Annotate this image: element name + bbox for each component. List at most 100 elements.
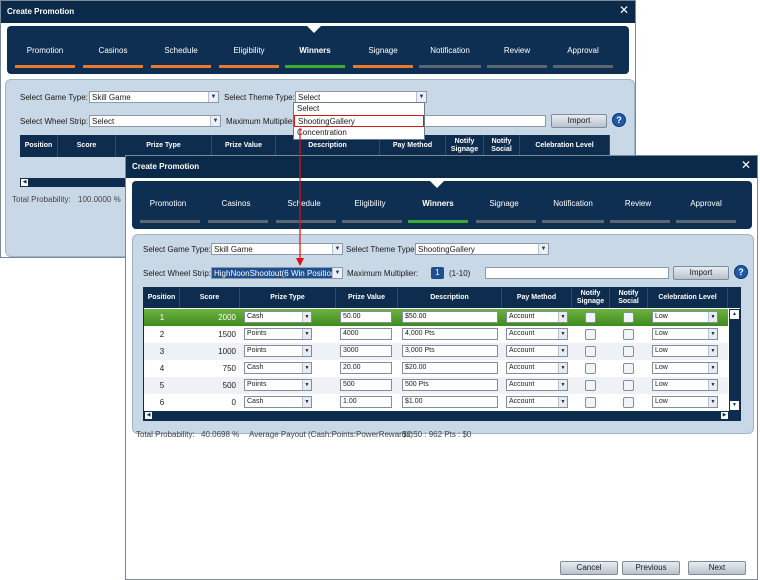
fg-step-notification[interactable]: Notification (538, 199, 608, 208)
fg-wheel-strip-select[interactable]: HighNoonShootout(6 Win Position ▼ (211, 267, 343, 279)
notify-signage-checkbox[interactable] (585, 380, 596, 391)
bg-col-notify-social[interactable]: Notify Social (484, 135, 520, 157)
bg-step-winners[interactable]: Winners (283, 46, 347, 55)
notify-social-checkbox[interactable] (623, 329, 634, 340)
fg-step-promotion[interactable]: Promotion (136, 199, 200, 208)
fg-step-schedule[interactable]: Schedule (272, 199, 336, 208)
description-input[interactable]: $50.00 (402, 311, 498, 323)
prize-value-input[interactable]: 1.00 (340, 396, 392, 408)
cancel-button[interactable]: Cancel (560, 561, 618, 575)
prize-type-select[interactable]: Points ▼ (244, 345, 312, 357)
fg-step-eligibility[interactable]: Eligibility (338, 199, 402, 208)
notify-social-checkbox[interactable] (623, 397, 634, 408)
bg-help-icon[interactable]: ? (612, 113, 626, 127)
table-row[interactable]: 5 500 Points ▼ 500 500 Pts Account ▼ Low ▼ (144, 377, 728, 394)
notify-signage-checkbox[interactable] (585, 397, 596, 408)
celebration-level-select[interactable]: Low ▼ (652, 311, 718, 323)
scroll-up-icon[interactable]: ▲ (730, 310, 739, 319)
notify-signage-checkbox[interactable] (585, 329, 596, 340)
bg-col-prize-type[interactable]: Prize Type (116, 135, 212, 157)
fg-import-button[interactable]: Import (673, 266, 729, 280)
pay-method-select[interactable]: Account ▼ (506, 345, 568, 357)
fg-game-type-select[interactable]: Skill Game ▼ (211, 243, 343, 255)
table-row[interactable]: 6 0 Cash ▼ 1.00 $1.00 Account ▼ Low ▼ (144, 394, 728, 411)
bg-col-notify-signage[interactable]: Notify Signage (446, 135, 484, 157)
scroll-left-icon[interactable]: ◀ (21, 179, 28, 186)
next-button[interactable]: Next (688, 561, 746, 575)
fg-col-score[interactable]: Score (180, 288, 240, 308)
prize-value-input[interactable]: 20.00 (340, 362, 392, 374)
prize-value-input[interactable]: 50.00 (340, 311, 392, 323)
bg-step-signage[interactable]: Signage (351, 46, 415, 55)
table-row[interactable]: 1 2000 Cash ▼ 50.00 $50.00 Account ▼ Low ▼ (144, 309, 728, 326)
prize-value-input[interactable]: 3000 (340, 345, 392, 357)
bg-step-casinos[interactable]: Casinos (81, 46, 145, 55)
celebration-level-select[interactable]: Low ▼ (652, 379, 718, 391)
fg-help-icon[interactable]: ? (734, 265, 748, 279)
notify-signage-checkbox[interactable] (585, 312, 596, 323)
bg-col-prize-value[interactable]: Prize Value (212, 135, 276, 157)
fg-col-description[interactable]: Description (398, 288, 502, 308)
description-input[interactable]: $20.00 (402, 362, 498, 374)
description-input[interactable]: 4,000 Pts (402, 328, 498, 340)
fg-step-approval[interactable]: Approval (674, 199, 738, 208)
bg-grid-scrollbar[interactable]: ◀ (20, 178, 140, 187)
fg-import-path-field[interactable] (485, 267, 669, 279)
prize-type-select[interactable]: Cash ▼ (244, 311, 312, 323)
prize-type-select[interactable]: Points ▼ (244, 328, 312, 340)
bg-col-score[interactable]: Score (58, 135, 116, 157)
celebration-level-select[interactable]: Low ▼ (652, 362, 718, 374)
description-input[interactable]: 500 Pts (402, 379, 498, 391)
bg-game-type-select[interactable]: Skill Game ▼ (89, 91, 219, 103)
bg-step-schedule[interactable]: Schedule (149, 46, 213, 55)
notify-social-checkbox[interactable] (623, 346, 634, 357)
fg-col-prize-type[interactable]: Prize Type (240, 288, 336, 308)
prize-value-input[interactable]: 4000 (340, 328, 392, 340)
scroll-left-icon[interactable]: ◀ (145, 412, 152, 419)
bg-col-celebration-level[interactable]: Celebration Level (520, 135, 610, 157)
celebration-level-select[interactable]: Low ▼ (652, 396, 718, 408)
scroll-right-icon[interactable]: ▶ (721, 412, 728, 419)
notify-social-checkbox[interactable] (623, 380, 634, 391)
bg-col-position[interactable]: Position (20, 135, 58, 157)
fg-col-celebration-level[interactable]: Celebration Level (648, 288, 728, 308)
prize-type-select[interactable]: Points ▼ (244, 379, 312, 391)
fg-grid-vertical-scrollbar[interactable]: ▲ ▼ (729, 309, 740, 411)
fg-col-notify-social[interactable]: Notify Social (610, 288, 648, 308)
celebration-level-select[interactable]: Low ▼ (652, 328, 718, 340)
description-input[interactable]: 3,000 Pts (402, 345, 498, 357)
notify-social-checkbox[interactable] (623, 363, 634, 374)
bg-import-button[interactable]: Import (551, 114, 607, 128)
pay-method-select[interactable]: Account ▼ (506, 362, 568, 374)
fg-col-notify-signage[interactable]: Notify Signage (572, 288, 610, 308)
notify-signage-checkbox[interactable] (585, 346, 596, 357)
theme-option-shootinggallery[interactable]: ShootingGallery (294, 115, 424, 127)
fg-step-casinos[interactable]: Casinos (204, 199, 268, 208)
fg-col-position[interactable]: Position (144, 288, 180, 308)
theme-option-select[interactable]: Select (294, 103, 424, 115)
bg-step-promotion[interactable]: Promotion (13, 46, 77, 55)
scroll-down-icon[interactable]: ▼ (730, 401, 739, 410)
bg-step-notification[interactable]: Notification (415, 46, 485, 55)
table-row[interactable]: 4 750 Cash ▼ 20.00 $20.00 Account ▼ Low ▼ (144, 360, 728, 377)
bg-step-review[interactable]: Review (485, 46, 549, 55)
table-row[interactable]: 3 1000 Points ▼ 3000 3,000 Pts Account ▼ L… (144, 343, 728, 360)
previous-button[interactable]: Previous (622, 561, 680, 575)
fg-step-winners[interactable]: Winners (406, 199, 470, 208)
prize-type-select[interactable]: Cash ▼ (244, 362, 312, 374)
pay-method-select[interactable]: Account ▼ (506, 328, 568, 340)
fg-step-signage[interactable]: Signage (472, 199, 536, 208)
theme-option-concentration[interactable]: Concentration (294, 127, 424, 139)
fg-col-prize-value[interactable]: Prize Value (336, 288, 398, 308)
fg-theme-type-select[interactable]: ShootingGallery ▼ (415, 243, 549, 255)
celebration-level-select[interactable]: Low ▼ (652, 345, 718, 357)
fg-col-pay-method[interactable]: Pay Method (502, 288, 572, 308)
fg-close-icon[interactable]: ✕ (739, 158, 753, 172)
prize-type-select[interactable]: Cash ▼ (244, 396, 312, 408)
prize-value-input[interactable]: 500 (340, 379, 392, 391)
bg-step-eligibility[interactable]: Eligibility (217, 46, 281, 55)
pay-method-select[interactable]: Account ▼ (506, 379, 568, 391)
fg-grid-horizontal-scrollbar[interactable]: ◀ ▶ (144, 411, 740, 420)
description-input[interactable]: $1.00 (402, 396, 498, 408)
notify-social-checkbox[interactable] (623, 312, 634, 323)
